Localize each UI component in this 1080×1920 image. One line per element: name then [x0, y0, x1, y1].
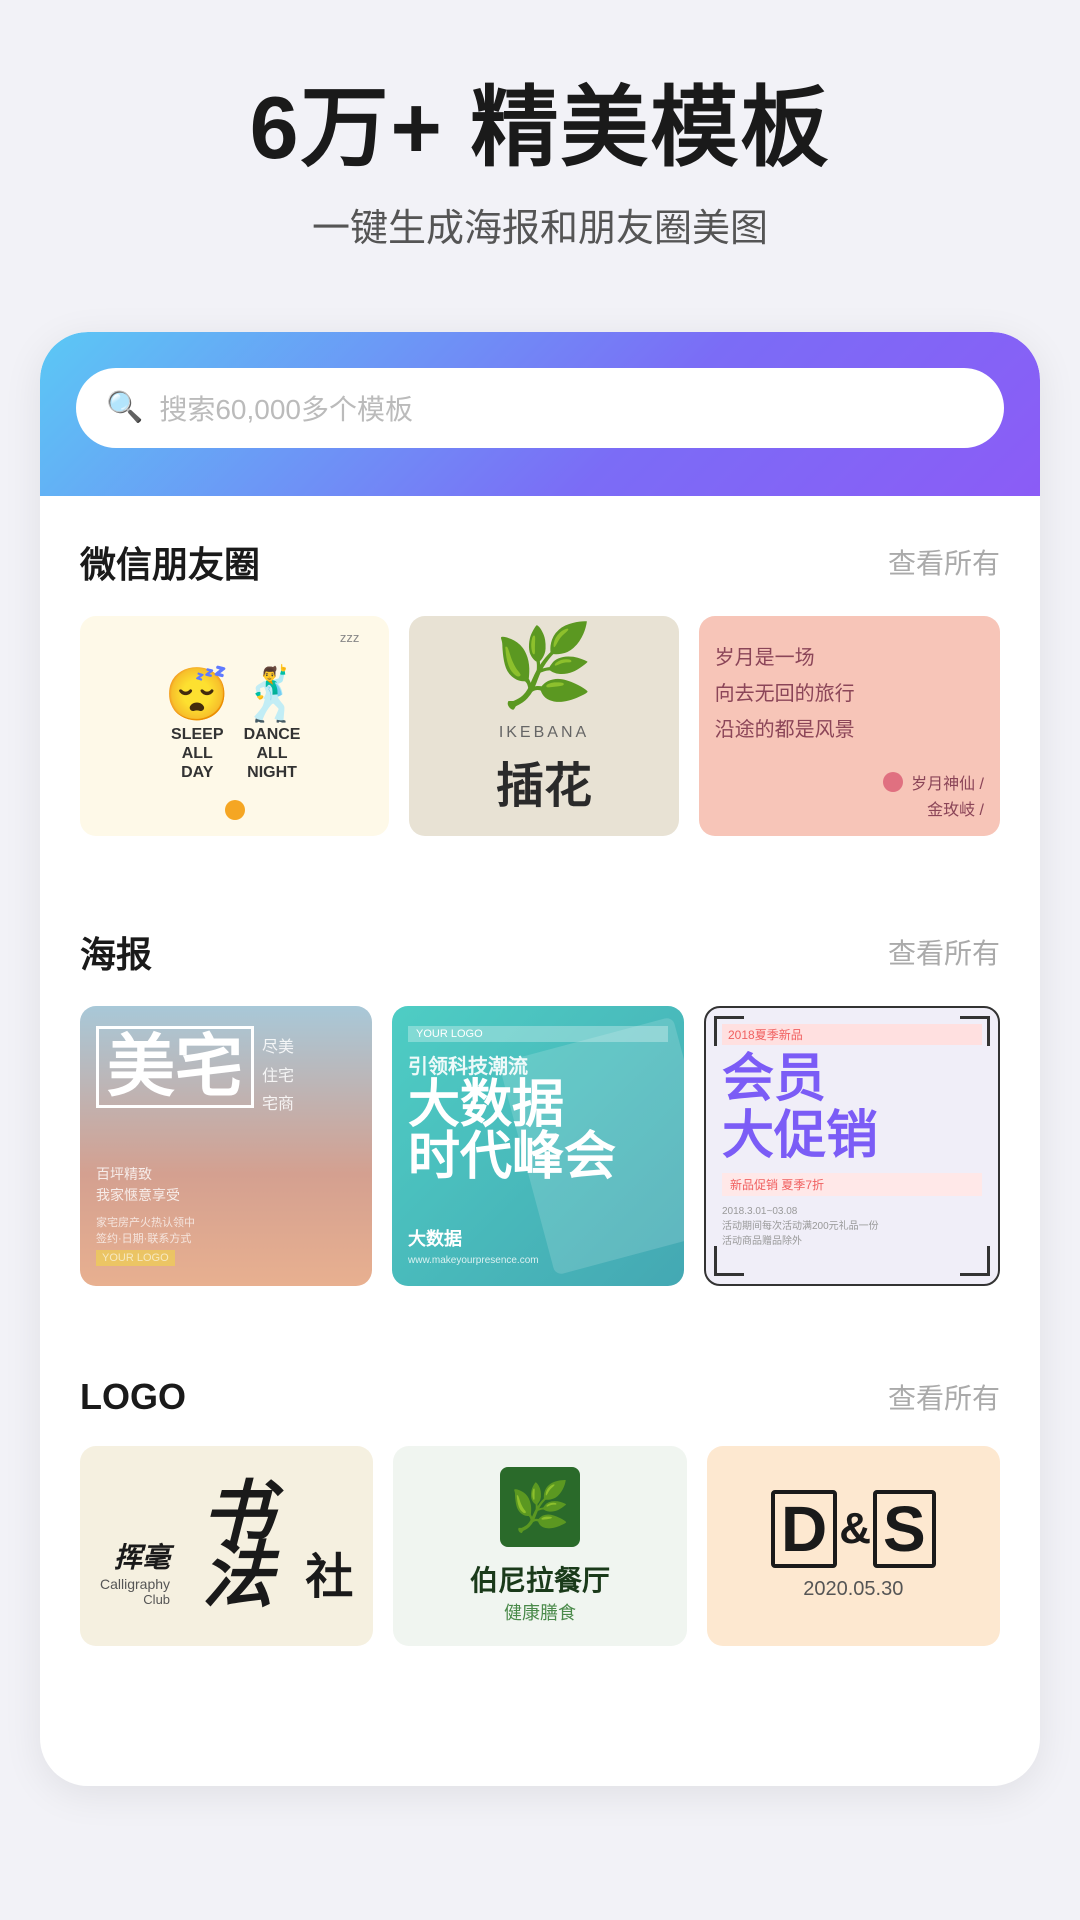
poster-section: 海报 查看所有 美宅 尽美住宅宅商 百坪精致我家惬意享受 家宅房产火热认领中签约…: [40, 886, 1040, 1296]
calligraphy-en2: Club: [100, 1592, 170, 1607]
restaurant-logo: 🌿 伯尼拉餐厅 健康膳食: [470, 1467, 610, 1625]
poster-section-header: 海报 查看所有: [80, 926, 1000, 978]
poster-body-text: 百坪精致我家惬意享受: [96, 1164, 356, 1206]
poem-author: 岁月神仙 /: [883, 770, 984, 794]
poster-sub-text: 尽美住宅宅商: [262, 1034, 294, 1120]
poster-card-membership[interactable]: 2018夏季新品 会员大促销 新品促销 夏季7折 2018.3.01~03.08…: [704, 1006, 1000, 1286]
poem-author-1: 岁月神仙 /: [911, 770, 984, 794]
plant-emoji: 🌿: [494, 626, 594, 706]
poster-cards-row: 美宅 尽美住宅宅商 百坪精致我家惬意享受 家宅房产火热认领中签约·日期·联系方式…: [80, 1006, 1000, 1286]
calligraphy-logo: 挥毫 Calligraphy Club 书法 社: [100, 1485, 353, 1607]
wechat-see-all[interactable]: 查看所有: [888, 542, 1000, 582]
restaurant-sub: 健康膳食: [470, 1599, 610, 1625]
logo-card-calligraphy[interactable]: 挥毫 Calligraphy Club 书法 社: [80, 1446, 373, 1646]
ikebana-en: IKEBANA: [499, 724, 589, 742]
logo-see-all[interactable]: 查看所有: [888, 1377, 1000, 1417]
app-card: 🔍 搜索60,000多个模板 微信朋友圈 查看所有 zzz 😴 SLEEPALL…: [40, 332, 1040, 1786]
ds-text: D & S: [771, 1490, 936, 1568]
poem-author-2: 金玫岐 /: [899, 796, 984, 820]
logo-section-header: LOGO 查看所有: [80, 1376, 1000, 1418]
membership-detail: 2018.3.01~03.08活动期间每次活动满200元礼品一份活动商品赠品除外: [722, 1204, 982, 1249]
deco-corner-tl: [714, 1016, 744, 1046]
poster-see-all[interactable]: 查看所有: [888, 932, 1000, 972]
pink-dot: [883, 772, 903, 792]
logo-card-restaurant[interactable]: 🌿 伯尼拉餐厅 健康膳食: [393, 1446, 686, 1646]
poster-card-tech-summit[interactable]: YOUR LOGO 引领科技潮流 大数据 时代峰会 大数据 www.makeyo…: [392, 1006, 684, 1286]
dance-text: DANCEALLNIGHT: [240, 725, 305, 783]
poster-logo-label: YOUR LOGO: [96, 1250, 175, 1266]
logo-card-ds[interactable]: D & S 2020.05.30: [707, 1446, 1000, 1646]
deco-corner-tr: [960, 1016, 990, 1046]
ikebana-zh: 插花: [496, 746, 592, 816]
calligraphy-zh2: 书法: [174, 1485, 301, 1607]
search-box[interactable]: 🔍 搜索60,000多个模板: [76, 368, 1004, 448]
sleep-text: SLEEPALLDAY: [165, 725, 230, 783]
orange-dot: [225, 800, 245, 820]
wechat-section: 微信朋友圈 查看所有 zzz 😴 SLEEPALLDAY 🕺 DANCEALLN…: [40, 496, 1040, 846]
poem-text: 岁月是一场向去无回的旅行沿途的都是风景: [715, 632, 984, 756]
restaurant-name: 伯尼拉餐厅: [470, 1559, 610, 1599]
poster-tech-bottom: 大数据 www.makeyourpresence.com: [408, 1225, 668, 1266]
wechat-card-poem[interactable]: 岁月是一场向去无回的旅行沿途的都是风景 岁月神仙 / 金玫岐 /: [699, 616, 1000, 836]
leaf-icon: 🌿: [510, 1478, 570, 1535]
calligraphy-en1: Calligraphy: [100, 1576, 170, 1592]
hero-section: 6万+ 精美模板 一键生成海报和朋友圈美图: [0, 0, 1080, 312]
hero-subtitle: 一键生成海报和朋友圈美图: [40, 197, 1040, 252]
sleep-block: 😴 SLEEPALLDAY: [165, 669, 230, 783]
deco-corner-bl: [714, 1246, 744, 1276]
poster-section-title: 海报: [80, 926, 152, 978]
logo-section-title: LOGO: [80, 1376, 186, 1418]
poster-tech-title: 引领科技潮流 大数据 时代峰会: [408, 1050, 668, 1183]
membership-title: 会员大促销: [722, 1051, 982, 1165]
logo-section: LOGO 查看所有 挥毫 Calligraphy Club 书法: [40, 1336, 1040, 1656]
search-placeholder: 搜索60,000多个模板: [159, 388, 413, 428]
wechat-cards-row: zzz 😴 SLEEPALLDAY 🕺 DANCEALLNIGHT 🌿: [80, 616, 1000, 836]
deco-corner-br: [960, 1246, 990, 1276]
wechat-section-title: 微信朋友圈: [80, 536, 260, 588]
restaurant-icon-box: 🌿: [500, 1467, 580, 1547]
ds-logo-container: D & S 2020.05.30: [771, 1490, 936, 1601]
poster-your-logo: YOUR LOGO: [408, 1026, 668, 1042]
wechat-card-ikebana[interactable]: 🌿 IKEBANA 插花: [409, 616, 678, 836]
wechat-card-sleep-dance[interactable]: zzz 😴 SLEEPALLDAY 🕺 DANCEALLNIGHT: [80, 616, 389, 836]
membership-year: 2018夏季新品: [722, 1024, 982, 1045]
logo-cards-row: 挥毫 Calligraphy Club 书法 社 🌿: [80, 1446, 1000, 1646]
bottom-spacer: [40, 1656, 1040, 1736]
calligraphy-zh3: 社: [305, 1537, 353, 1607]
hero-title: 6万+ 精美模板: [40, 80, 1040, 177]
dance-block: 🕺 DANCEALLNIGHT: [240, 669, 305, 783]
wechat-section-header: 微信朋友圈 查看所有: [80, 536, 1000, 588]
ds-date: 2020.05.30: [771, 1578, 936, 1601]
calligraphy-zh1: 挥毫: [100, 1536, 170, 1576]
search-icon: 🔍: [106, 390, 143, 425]
poster-card-real-estate[interactable]: 美宅 尽美住宅宅商 百坪精致我家惬意享受 家宅房产火热认领中签约·日期·联系方式…: [80, 1006, 372, 1286]
poster-footer-text: 家宅房产火热认领中签约·日期·联系方式: [96, 1214, 356, 1246]
search-header: 🔍 搜索60,000多个模板: [40, 332, 1040, 496]
poster-main-zh: 美宅: [96, 1026, 254, 1108]
membership-promo: 新品促销 夏季7折: [722, 1173, 982, 1196]
